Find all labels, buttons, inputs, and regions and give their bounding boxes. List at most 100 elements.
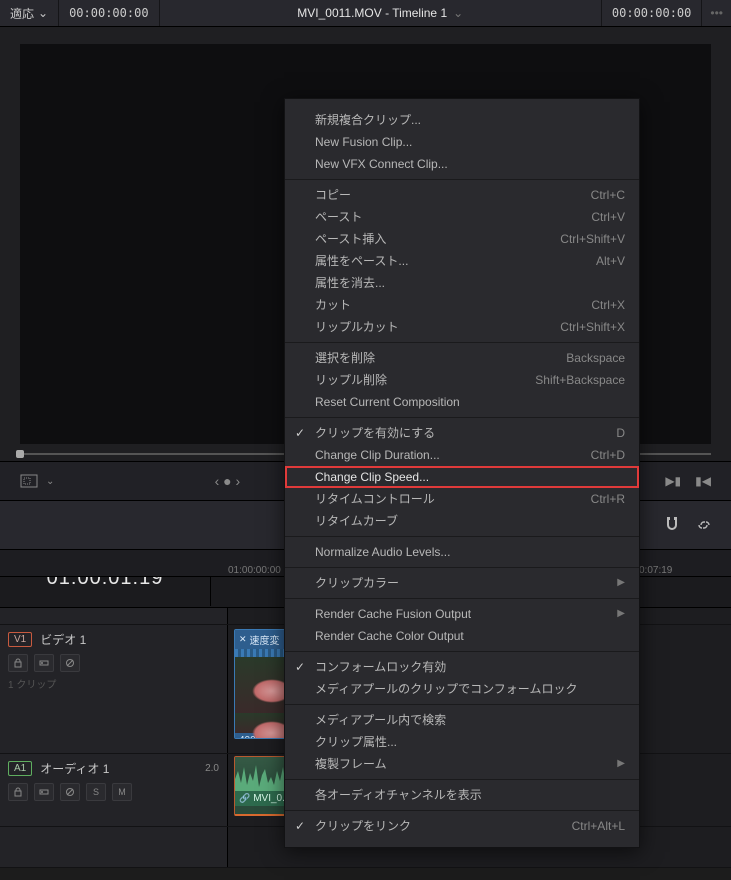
menu-item[interactable]: 複製フレーム ▶ (285, 753, 639, 775)
submenu-arrow-icon: ▶ (617, 756, 625, 772)
menu-item[interactable]: コンフォームロック有効 (285, 656, 639, 678)
menu-item[interactable]: クリップをリンク Ctrl+Alt+L (285, 815, 639, 837)
submenu-arrow-icon: ▶ (617, 575, 625, 591)
track-header-audio[interactable]: A1 オーディオ 1 2.0 S M (0, 754, 228, 826)
menu-item-label: 属性を消去... (315, 275, 385, 291)
menu-item-label: リタイムコントロール (315, 491, 435, 507)
track-name[interactable]: ビデオ 1 (40, 631, 86, 648)
menu-item[interactable]: 属性をペースト... Alt+V (285, 250, 639, 272)
auto-select-button[interactable] (34, 783, 54, 801)
menu-item[interactable]: リタイムコントロールCtrl+R (285, 488, 639, 510)
menu-item-label: Change Clip Duration... (315, 447, 440, 463)
magnet-icon[interactable] (661, 514, 683, 536)
menu-item[interactable]: クリップを有効にする D (285, 422, 639, 444)
menu-item-label: メディアプールのクリップでコンフォームロック (315, 681, 577, 697)
submenu-arrow-icon: ▶ (617, 606, 625, 622)
chevron-down-icon[interactable]: ⌄ (46, 476, 54, 487)
viewer-title[interactable]: MVI_0011.MOV - Timeline 1 ⌄ (160, 6, 601, 20)
next-edit-button[interactable]: ▶▮ (665, 474, 681, 488)
menu-item-label: ペースト挿入 (315, 231, 386, 247)
menu-item[interactable]: Render Cache Fusion Output ▶ (285, 603, 639, 625)
menu-item-label: ペースト (315, 209, 362, 225)
solo-button[interactable]: S (86, 783, 106, 801)
menu-item-label: 属性をペースト... (315, 253, 408, 269)
scrub-knob[interactable] (16, 450, 24, 458)
timecode-right[interactable]: 00:00:00:00 (601, 0, 702, 26)
track-header-video[interactable]: V1 ビデオ 1 1 クリップ (0, 625, 228, 753)
menu-item-label: Render Cache Color Output (315, 628, 464, 644)
prev-clip-nav[interactable]: ‹ ● › (215, 473, 241, 489)
menu-item-label: リタイムカーブ (315, 513, 398, 529)
menu-item[interactable]: 属性を消去... (285, 272, 639, 294)
menu-item-label: 選択を削除 (315, 350, 375, 366)
auto-select-button[interactable] (34, 654, 54, 672)
clip-name: 速度変 (250, 632, 280, 647)
menu-item[interactable]: Change Clip Duration... Ctrl+D (285, 444, 639, 466)
menu-item[interactable]: New Fusion Clip... (285, 131, 639, 153)
menu-item-label: メディアプール内で検索 (315, 712, 446, 728)
menu-item[interactable]: 選択を削除Backspace (285, 347, 639, 369)
menu-shortcut: Ctrl+Shift+X (560, 319, 625, 335)
viewer-title-text: MVI_0011.MOV - Timeline 1 (297, 6, 447, 20)
menu-item[interactable]: リップル削除Shift+Backspace (285, 369, 639, 391)
menu-item-label: 複製フレーム (315, 756, 387, 772)
menu-item[interactable]: Normalize Audio Levels... (285, 541, 639, 563)
menu-item-label: 各オーディオチャンネルを表示 (315, 787, 482, 803)
menu-item-label: クリップをリンク (315, 818, 411, 834)
viewer-options-button[interactable]: ••• (702, 6, 731, 20)
menu-item[interactable]: 新規複合クリップ... (285, 109, 639, 131)
menu-item[interactable]: 各オーディオチャンネルを表示 (285, 784, 639, 806)
menu-item-label: クリップを有効にする (315, 425, 435, 441)
menu-item-label: Normalize Audio Levels... (315, 544, 450, 560)
chevron-down-icon: ⌄ (38, 6, 48, 20)
track-subtitle: 1 クリップ (8, 676, 219, 691)
disable-track-button[interactable] (60, 783, 80, 801)
menu-item[interactable]: クリップ属性... (285, 731, 639, 753)
menu-item[interactable]: Render Cache Color Output (285, 625, 639, 647)
menu-item[interactable]: ペースト挿入 Ctrl+Shift+V (285, 228, 639, 250)
menu-item-label: Render Cache Fusion Output (315, 606, 471, 622)
menu-item-label: 新規複合クリップ... (315, 112, 421, 128)
disable-track-button[interactable] (60, 654, 80, 672)
menu-item[interactable]: コピーCtrl+C (285, 184, 639, 206)
fit-dropdown[interactable]: 適応 ⌄ (0, 0, 59, 26)
track-channels: 2.0 (205, 763, 219, 774)
fit-label: 適応 (10, 5, 34, 22)
prev-edit-button[interactable]: ▮◀ (695, 474, 711, 488)
timecode-left[interactable]: 00:00:00:00 (59, 0, 159, 26)
close-icon[interactable]: ✕ (239, 634, 247, 645)
menu-item-label: New Fusion Clip... (315, 134, 412, 150)
menu-item[interactable]: New VFX Connect Clip... (285, 153, 639, 175)
menu-item[interactable]: メディアプールのクリップでコンフォームロック (285, 678, 639, 700)
viewer-topbar: 適応 ⌄ 00:00:00:00 MVI_0011.MOV - Timeline … (0, 0, 731, 27)
menu-shortcut: Ctrl+V (591, 209, 625, 225)
menu-shortcut: Ctrl+Shift+V (560, 231, 625, 247)
mute-button[interactable]: M (112, 783, 132, 801)
menu-item[interactable]: リップルカット Ctrl+Shift+X (285, 316, 639, 338)
menu-item-label: コピー (315, 187, 351, 203)
track-tag[interactable]: V1 (8, 632, 32, 647)
menu-shortcut: Alt+V (596, 253, 625, 269)
link-icon[interactable] (693, 514, 715, 536)
menu-item[interactable]: メディアプール内で検索 (285, 709, 639, 731)
chevron-down-icon: ⌄ (453, 6, 463, 20)
lock-track-button[interactable] (8, 783, 28, 801)
menu-item[interactable]: ペースト Ctrl+V (285, 206, 639, 228)
track-name[interactable]: オーディオ 1 (40, 760, 109, 777)
menu-shortcut: Ctrl+D (591, 447, 625, 463)
menu-item[interactable]: Reset Current Composition (285, 391, 639, 413)
menu-item[interactable]: クリップカラー▶ (285, 572, 639, 594)
lock-track-button[interactable] (8, 654, 28, 672)
ruler-label: 1:00:07:19 (625, 565, 731, 576)
menu-item[interactable]: リタイムカーブ (285, 510, 639, 532)
menu-item[interactable]: カットCtrl+X (285, 294, 639, 316)
menu-shortcut: D (616, 425, 625, 441)
menu-item[interactable]: Change Clip Speed... (285, 466, 639, 488)
track-tag[interactable]: A1 (8, 761, 32, 776)
menu-item-label: New VFX Connect Clip... (315, 156, 448, 172)
menu-item-label: リップルカット (315, 319, 399, 335)
menu-item-label: Reset Current Composition (315, 394, 460, 410)
menu-shortcut: Ctrl+Alt+L (572, 818, 625, 834)
safe-area-button[interactable] (20, 474, 38, 488)
menu-item-label: リップル削除 (315, 372, 387, 388)
